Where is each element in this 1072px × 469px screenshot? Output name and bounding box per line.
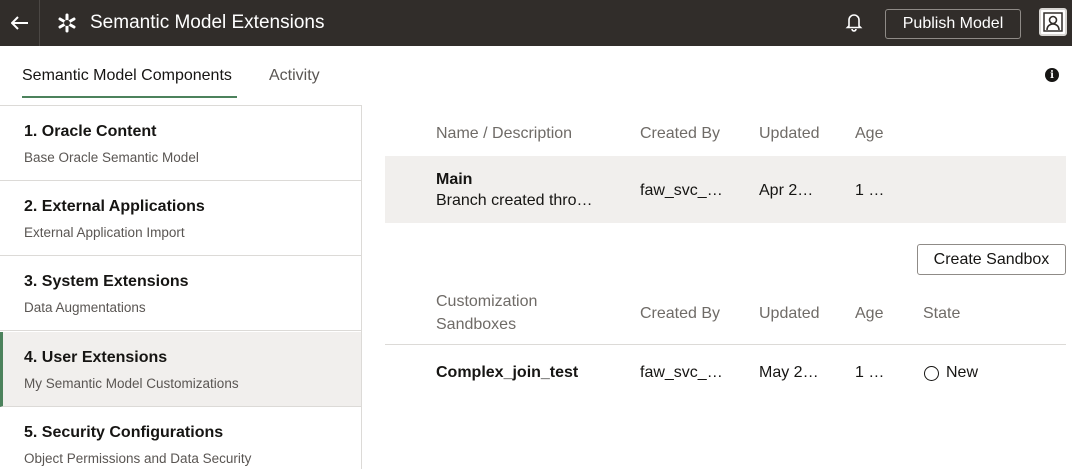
- column-header-age: Age: [855, 305, 884, 322]
- sandbox-name[interactable]: Complex_join_test: [436, 364, 578, 382]
- sidebar-item-title: 5. Security Configurations: [24, 424, 224, 441]
- column-header-updated: Updated: [759, 125, 820, 142]
- sidebar-item-title: 3. System Extensions: [24, 273, 189, 290]
- notifications-button[interactable]: [842, 10, 866, 34]
- user-avatar-icon: [1043, 12, 1063, 32]
- sidebar-item-system-extensions[interactable]: 3. System Extensions Data Augmentations: [0, 256, 361, 331]
- back-button[interactable]: [0, 0, 40, 46]
- back-arrow-icon: [10, 16, 28, 30]
- state-circle-icon: [924, 366, 939, 381]
- info-icon[interactable]: i: [1045, 68, 1059, 82]
- sidebar-item-external-applications[interactable]: 2. External Applications External Applic…: [0, 181, 361, 256]
- sandbox-age: 1 …: [855, 364, 885, 381]
- column-header-sandbox-name-line1: Customization: [436, 293, 538, 310]
- sidebar-item-title: 4. User Extensions: [24, 349, 168, 366]
- column-header-updated: Updated: [759, 305, 820, 322]
- app-title: Semantic Model Extensions: [90, 12, 325, 33]
- branch-name: Main: [436, 171, 473, 188]
- tab-activity[interactable]: Activity: [269, 66, 320, 86]
- sandbox-created-by: faw_svc_…: [640, 364, 723, 381]
- column-header-name: Name / Description: [436, 125, 573, 142]
- sidebar-item-subtitle: My Semantic Model Customizations: [24, 376, 239, 391]
- column-header-age: Age: [855, 125, 884, 142]
- app-header: Semantic Model Extensions Publish Model: [0, 0, 1072, 46]
- profile-button[interactable]: [1039, 8, 1067, 36]
- sandbox-updated: May 2…: [759, 364, 819, 381]
- sidebar-item-oracle-content[interactable]: 1. Oracle Content Base Oracle Semantic M…: [0, 106, 361, 181]
- components-sidebar: 1. Oracle Content Base Oracle Semantic M…: [0, 105, 362, 469]
- sidebar-item-subtitle: Data Augmentations: [24, 300, 146, 315]
- sidebar-item-title: 2. External Applications: [24, 198, 205, 215]
- sidebar-item-subtitle: Object Permissions and Data Security: [24, 451, 252, 466]
- table-row-main[interactable]: [385, 156, 1066, 223]
- column-header-state: State: [923, 305, 961, 322]
- create-sandbox-button[interactable]: Create Sandbox: [917, 244, 1066, 275]
- branch-updated: Apr 2…: [759, 182, 814, 199]
- sidebar-item-subtitle: Base Oracle Semantic Model: [24, 150, 199, 165]
- sidebar-item-user-extensions[interactable]: 4. User Extensions My Semantic Model Cus…: [0, 332, 361, 407]
- column-header-created-by: Created By: [640, 305, 721, 322]
- sidebar-item-security-configurations[interactable]: 5. Security Configurations Object Permis…: [0, 407, 361, 469]
- bell-icon: [845, 14, 863, 32]
- sandbox-state: New: [946, 364, 979, 381]
- branch-description: Branch created thro…: [436, 192, 593, 209]
- publish-model-button[interactable]: Publish Model: [885, 9, 1021, 39]
- tab-semantic-model-components[interactable]: Semantic Model Components: [22, 66, 232, 86]
- branch-age: 1 …: [855, 182, 885, 199]
- sidebar-item-subtitle: External Application Import: [24, 225, 185, 240]
- column-header-sandbox-name-line2: Sandboxes: [436, 316, 517, 333]
- branch-created-by: faw_svc_…: [640, 182, 723, 199]
- sidebar-item-title: 1. Oracle Content: [24, 123, 157, 140]
- selected-tab-indicator: [22, 96, 237, 98]
- column-header-created-by: Created By: [640, 125, 721, 142]
- table-divider: [385, 344, 1066, 345]
- asterisk-gear-icon: [58, 13, 76, 33]
